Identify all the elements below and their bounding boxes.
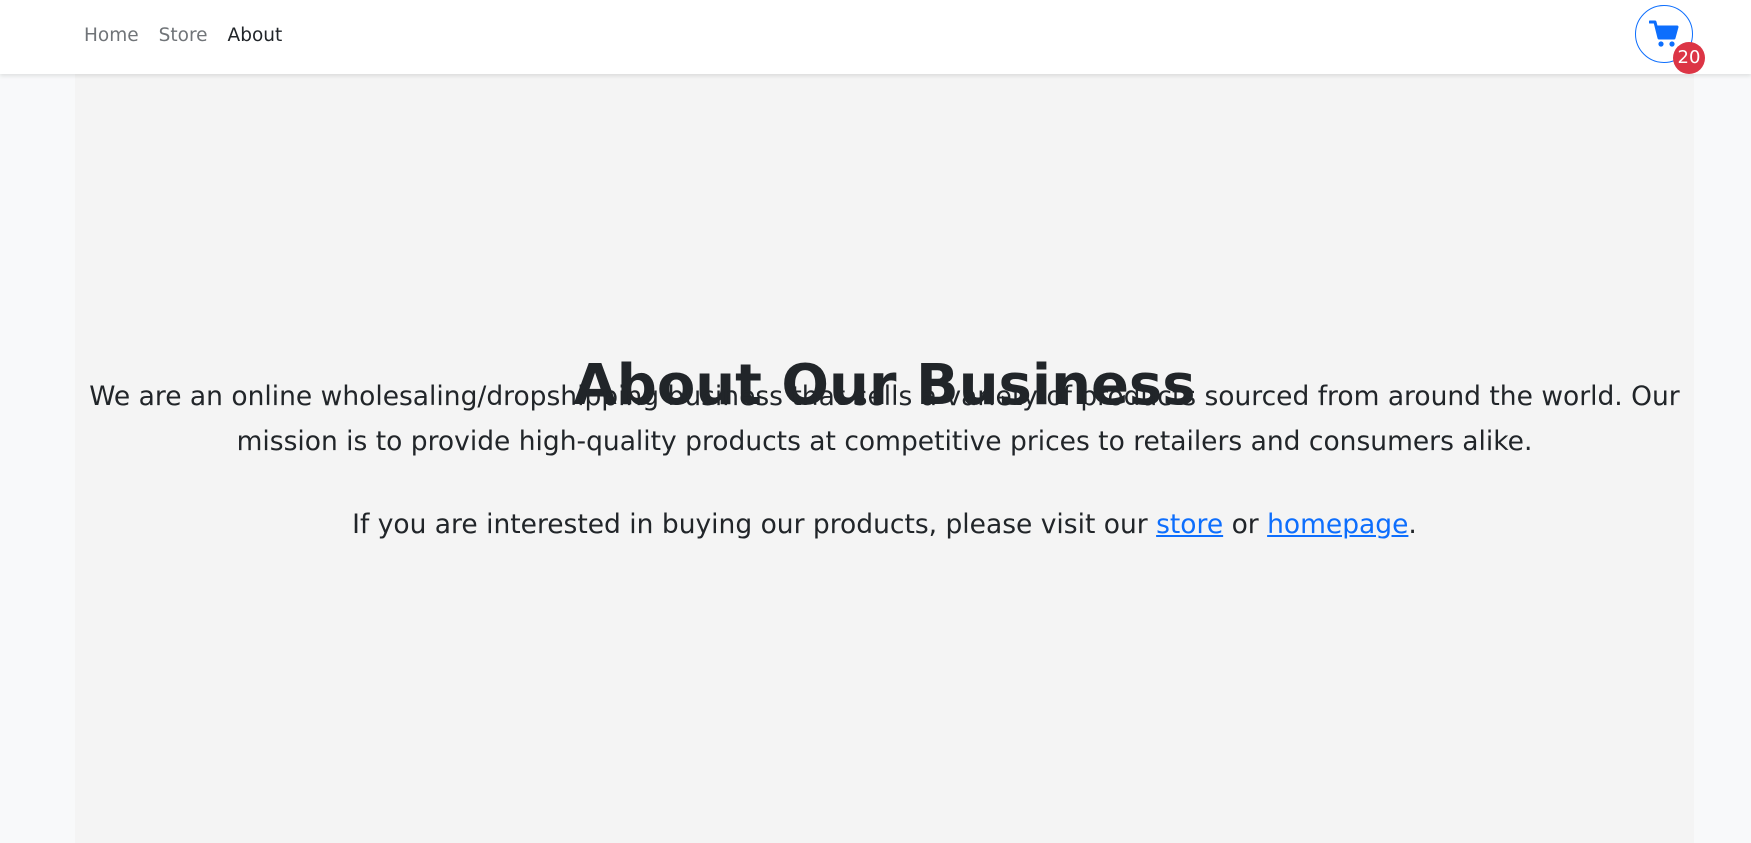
store-link[interactable]: store xyxy=(1156,509,1223,540)
or-text: or xyxy=(1223,509,1268,540)
period-text: . xyxy=(1408,509,1417,540)
navbar: Home Store About 20 xyxy=(0,0,1751,74)
visit-text: If you are interested in buying our prod… xyxy=(75,502,1694,547)
nav-link-store[interactable]: Store xyxy=(159,25,208,46)
homepage-link[interactable]: homepage xyxy=(1267,509,1408,540)
visit-prefix: If you are interested in buying our prod… xyxy=(352,509,1157,540)
cart-count-badge: 20 xyxy=(1673,42,1705,74)
cart-button[interactable]: 20 xyxy=(1635,5,1705,74)
nav-links: Home Store About xyxy=(84,0,302,71)
shopping-cart-icon xyxy=(1649,20,1679,47)
nav-link-home[interactable]: Home xyxy=(84,25,139,46)
nav-link-about[interactable]: About xyxy=(228,25,283,46)
about-description: We are an online wholesaling/dropshippin… xyxy=(89,381,1680,457)
about-content: About Our Business We are an online whol… xyxy=(75,74,1694,843)
